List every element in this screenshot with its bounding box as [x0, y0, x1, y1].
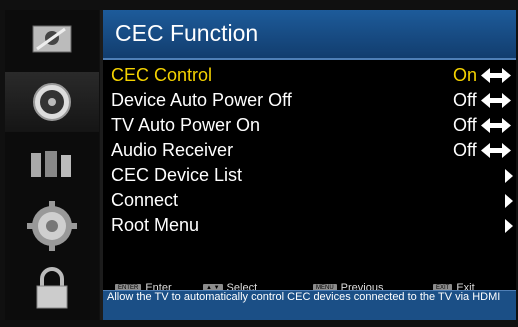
- menu-item-cec-control[interactable]: CEC Control On: [103, 63, 516, 88]
- picture-icon: [32, 25, 72, 53]
- menu-item-value: On: [453, 65, 478, 85]
- left-right-arrows-icon[interactable]: [481, 93, 511, 108]
- menu-item-audio-receiver[interactable]: Audio Receiver Off: [103, 138, 516, 163]
- description-bar: Allow the TV to automatically control CE…: [103, 290, 516, 320]
- menu-item-device-auto-power-off[interactable]: Device Auto Power Off Off: [103, 88, 516, 113]
- sidebar-item-lock[interactable]: [5, 258, 99, 318]
- menu-item-value: Off: [453, 90, 477, 110]
- chevron-right-icon: [505, 219, 513, 233]
- menu-item-label: Root Menu: [111, 215, 200, 235]
- menu-item-label: CEC Control: [111, 65, 213, 85]
- menu-panel: CEC Function CEC Control On Device Auto …: [103, 10, 516, 320]
- menu-item-value: Off: [453, 140, 477, 160]
- lock-icon: [36, 267, 68, 309]
- menu-item-label: Audio Receiver: [111, 140, 234, 160]
- title-bar: CEC Function: [103, 10, 516, 60]
- sidebar-item-audio[interactable]: [5, 72, 99, 132]
- menu-item-connect[interactable]: Connect: [103, 188, 516, 213]
- tv-menu-frame: CEC Function CEC Control On Device Auto …: [0, 0, 518, 327]
- sidebar-item-settings[interactable]: [5, 196, 99, 256]
- page-title: CEC Function: [115, 20, 259, 46]
- menu-item-root-menu[interactable]: Root Menu: [103, 213, 516, 238]
- left-right-arrows-icon[interactable]: [481, 68, 511, 83]
- menu-item-label: CEC Device List: [111, 165, 243, 185]
- menu-item-tv-auto-power-on[interactable]: TV Auto Power On Off: [103, 113, 516, 138]
- menu-item-label: Connect: [111, 190, 179, 210]
- sidebar: [5, 10, 99, 320]
- menu-item-label: TV Auto Power On: [111, 115, 261, 135]
- menu-item-label: Device Auto Power Off: [111, 90, 292, 110]
- left-right-arrows-icon[interactable]: [481, 118, 511, 133]
- sidebar-item-channel[interactable]: [5, 134, 99, 194]
- chevron-right-icon: [505, 169, 513, 183]
- sidebar-item-picture[interactable]: [5, 10, 99, 70]
- channel-icon: [31, 151, 71, 177]
- chevron-right-icon: [505, 194, 513, 208]
- left-right-arrows-icon[interactable]: [481, 143, 511, 158]
- audio-icon: [33, 83, 71, 121]
- menu-item-value: Off: [453, 115, 477, 135]
- menu-item-cec-device-list[interactable]: CEC Device List: [103, 163, 516, 188]
- settings-icon: [27, 201, 77, 251]
